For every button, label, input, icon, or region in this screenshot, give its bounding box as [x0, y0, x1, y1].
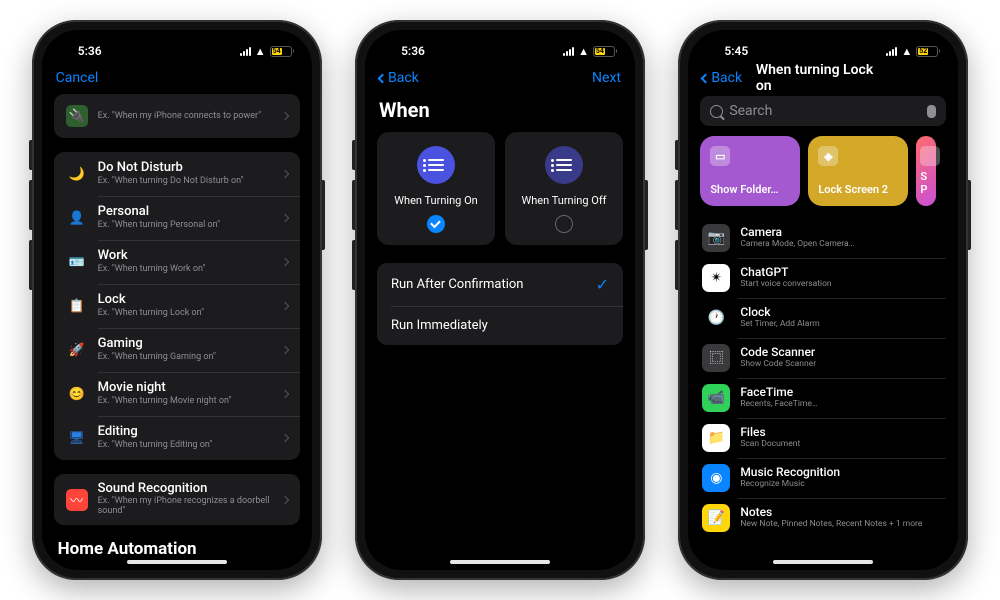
- trigger-row-do-not-disturb[interactable]: 🌙 Do Not DisturbEx. "When turning Do Not…: [54, 152, 300, 196]
- search-input[interactable]: Search: [700, 96, 946, 126]
- app-row-clock[interactable]: 🕐 ClockSet Timer, Add Alarm: [700, 298, 946, 338]
- app-icon: 🕐: [702, 304, 730, 332]
- clock: 5:36: [60, 44, 120, 58]
- search-icon: [710, 105, 723, 118]
- clock: 5:45: [706, 44, 766, 58]
- trigger-row-movie-night[interactable]: 😊 Movie nightEx. "When turning Movie nig…: [54, 372, 300, 416]
- back-button[interactable]: Back: [702, 70, 742, 86]
- app-row-facetime[interactable]: 📹 FaceTimeRecents, FaceTime…: [700, 378, 946, 418]
- trigger-row-gaming[interactable]: 🚀 GamingEx. "When turning Gaming on": [54, 328, 300, 372]
- app-row-camera[interactable]: 📷 CameraCamera Mode, Open Camera…: [700, 218, 946, 258]
- tile-icon: ▭: [710, 146, 730, 166]
- chevron-right-icon: [280, 112, 288, 120]
- focus-icon: 🌙: [66, 163, 88, 185]
- focus-icon: 🖥: [66, 427, 88, 449]
- chevron-left-icon: [378, 73, 388, 83]
- app-icon: ✴︎: [702, 264, 730, 292]
- checkmark-icon: ✓: [596, 275, 609, 294]
- list-icon: [417, 146, 455, 184]
- wifi-icon: ▲: [255, 45, 266, 58]
- option-turning-on[interactable]: When Turning On: [377, 132, 495, 245]
- cellular-icon: [240, 46, 251, 56]
- shortcut-tile[interactable]: SP: [916, 136, 936, 206]
- app-row-notes[interactable]: 📝 NotesNew Note, Pinned Notes, Recent No…: [700, 498, 946, 538]
- focus-icon: 😊: [66, 383, 88, 405]
- trigger-row-work[interactable]: 🪪 WorkEx. "When turning Work on": [54, 240, 300, 284]
- home-indicator[interactable]: [450, 560, 550, 564]
- cellular-icon: [563, 46, 574, 56]
- cancel-button[interactable]: Cancel: [56, 70, 99, 86]
- app-icon: 📁: [702, 424, 730, 452]
- chevron-left-icon: [701, 73, 711, 83]
- mic-icon[interactable]: [927, 105, 936, 118]
- page-heading: When: [365, 92, 635, 132]
- chevron-right-icon: [280, 495, 288, 503]
- cellular-icon: [886, 46, 897, 56]
- focus-icon: 🚀: [66, 339, 88, 361]
- option-run-immediately[interactable]: Run Immediately: [377, 306, 623, 345]
- app-row-code-scanner[interactable]: ⿴ Code ScannerShow Code Scanner: [700, 338, 946, 378]
- chevron-right-icon: [280, 434, 288, 442]
- clock: 5:36: [383, 44, 443, 58]
- app-row-files[interactable]: 📁 FilesScan Document: [700, 418, 946, 458]
- battery-icon: 54: [270, 46, 294, 57]
- battery-icon: 54: [593, 46, 617, 57]
- focus-icon: 📋: [66, 295, 88, 317]
- back-button[interactable]: Back: [379, 70, 419, 86]
- trigger-row-power[interactable]: 🔌 Ex. "When my iPhone connects to power": [54, 94, 300, 138]
- tile-icon: ◈: [818, 146, 838, 166]
- chevron-right-icon: [280, 346, 288, 354]
- app-icon: 📹: [702, 384, 730, 412]
- search-placeholder: Search: [729, 103, 772, 119]
- battery-icon: 52: [916, 46, 940, 57]
- shortcut-tile[interactable]: ▭Show Folder…: [700, 136, 800, 206]
- chevron-right-icon: [280, 214, 288, 222]
- shortcut-tile[interactable]: ◈Lock Screen 2: [808, 136, 908, 206]
- page-title: When turning Lock on: [756, 64, 891, 94]
- wifi-icon: ▲: [901, 45, 912, 58]
- app-icon: 📝: [702, 504, 730, 532]
- home-indicator[interactable]: [773, 560, 873, 564]
- trigger-row-lock[interactable]: 📋 LockEx. "When turning Lock on": [54, 284, 300, 328]
- trigger-row-sound-recognition[interactable]: 〰 Sound Recognition Ex. "When my iPhone …: [54, 474, 300, 525]
- radio-unselected: [555, 215, 573, 233]
- chevron-right-icon: [280, 170, 288, 178]
- home-indicator[interactable]: [127, 560, 227, 564]
- section-header-home: Home Automation: [58, 539, 296, 559]
- option-turning-off[interactable]: When Turning Off: [505, 132, 623, 245]
- app-icon: ⿴: [702, 344, 730, 372]
- tile-icon: [920, 146, 940, 166]
- focus-icon: 👤: [66, 207, 88, 229]
- chevron-right-icon: [280, 302, 288, 310]
- app-icon: 📷: [702, 224, 730, 252]
- focus-triggers-group: 🌙 Do Not DisturbEx. "When turning Do Not…: [54, 152, 300, 460]
- app-row-chatgpt[interactable]: ✴︎ ChatGPTStart voice conversation: [700, 258, 946, 298]
- chevron-right-icon: [280, 390, 288, 398]
- chevron-right-icon: [280, 258, 288, 266]
- list-icon: [545, 146, 583, 184]
- trigger-row-personal[interactable]: 👤 PersonalEx. "When turning Personal on": [54, 196, 300, 240]
- next-button[interactable]: Next: [592, 70, 621, 86]
- wifi-icon: ▲: [578, 45, 589, 58]
- trigger-row-editing[interactable]: 🖥 EditingEx. "When turning Editing on": [54, 416, 300, 460]
- app-icon: ◉: [702, 464, 730, 492]
- radio-selected: [427, 215, 445, 233]
- app-row-music-recognition[interactable]: ◉ Music RecognitionRecognize Music: [700, 458, 946, 498]
- focus-icon: 🪪: [66, 251, 88, 273]
- option-run-after-confirmation[interactable]: Run After Confirmation ✓: [377, 263, 623, 306]
